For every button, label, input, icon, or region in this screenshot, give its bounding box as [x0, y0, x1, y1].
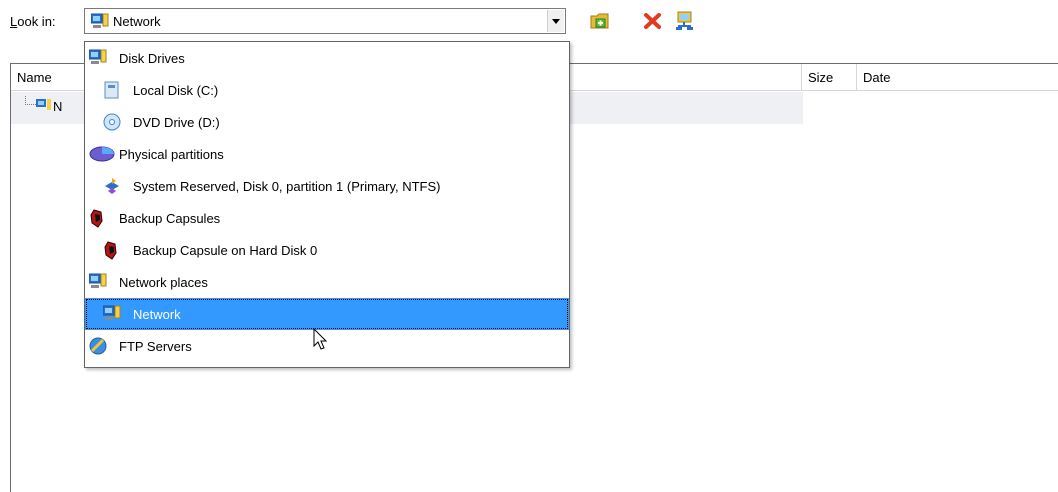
delete-icon[interactable] — [643, 11, 663, 31]
partitions-icon — [89, 145, 115, 166]
dropdown-item[interactable]: Backup Capsule on Hard Disk 0 — [85, 234, 569, 266]
dropdown-item[interactable]: Network places — [85, 266, 569, 298]
tree-connector — [25, 96, 36, 105]
network-computer-icon — [102, 305, 121, 324]
network-computer-icon[interactable] — [675, 11, 695, 31]
partition-icon — [103, 177, 121, 198]
dropdown-item-label: Backup Capsule on Hard Disk 0 — [133, 243, 318, 258]
dropdown-item[interactable]: DVD Drive (D:) — [85, 106, 569, 138]
capsule-icon — [103, 241, 121, 264]
dropdown-item[interactable]: Backup Capsules — [85, 202, 569, 234]
capsule-icon — [89, 209, 107, 232]
dropdown-item-label: Backup Capsules — [119, 211, 221, 226]
network-computer-icon — [88, 273, 107, 292]
chevron-down-icon[interactable] — [547, 10, 564, 32]
network-computer-icon — [36, 98, 52, 115]
look-in-dropdown-list[interactable]: Disk Drives Local Disk (C:) DVD Drive (D:)… — [84, 41, 570, 368]
dropdown-item-label: DVD Drive (D:) — [133, 115, 220, 130]
network-computer-icon — [90, 13, 109, 32]
dropdown-item[interactable]: System Reserved, Disk 0, partition 1 (Pr… — [85, 170, 569, 202]
dropdown-item-label: FTP Servers — [119, 339, 192, 354]
dropdown-item[interactable]: Disk Drives — [85, 42, 569, 74]
network-computer-icon — [88, 49, 107, 68]
dropdown-item-label: System Reserved, Disk 0, partition 1 (Pr… — [133, 179, 441, 194]
ftp-globe-icon — [89, 337, 107, 358]
look-in-value: Network — [113, 14, 161, 29]
column-header-size[interactable]: Size — [802, 64, 857, 91]
dropdown-item-label: Physical partitions — [119, 147, 224, 162]
dropdown-item[interactable]: Physical partitions — [85, 138, 569, 170]
dropdown-item-label: Disk Drives — [119, 51, 185, 66]
folder-add-icon[interactable] — [590, 11, 610, 31]
column-header-date[interactable]: Date — [857, 64, 1058, 91]
dropdown-item[interactable]: Network — [85, 298, 569, 330]
dropdown-item-label: Local Disk (C:) — [133, 83, 219, 98]
disk-icon — [103, 81, 121, 102]
dropdown-item[interactable]: Local Disk (C:) — [85, 74, 569, 106]
tree-item-label: N — [53, 99, 63, 114]
dropdown-item-label: Network places — [119, 275, 208, 290]
dvd-icon — [103, 113, 121, 134]
look-in-combobox[interactable]: Network — [84, 8, 566, 34]
dropdown-item-label: Network — [133, 307, 181, 322]
mouse-cursor-icon — [313, 327, 329, 355]
look-in-label: Look in: — [10, 14, 56, 29]
